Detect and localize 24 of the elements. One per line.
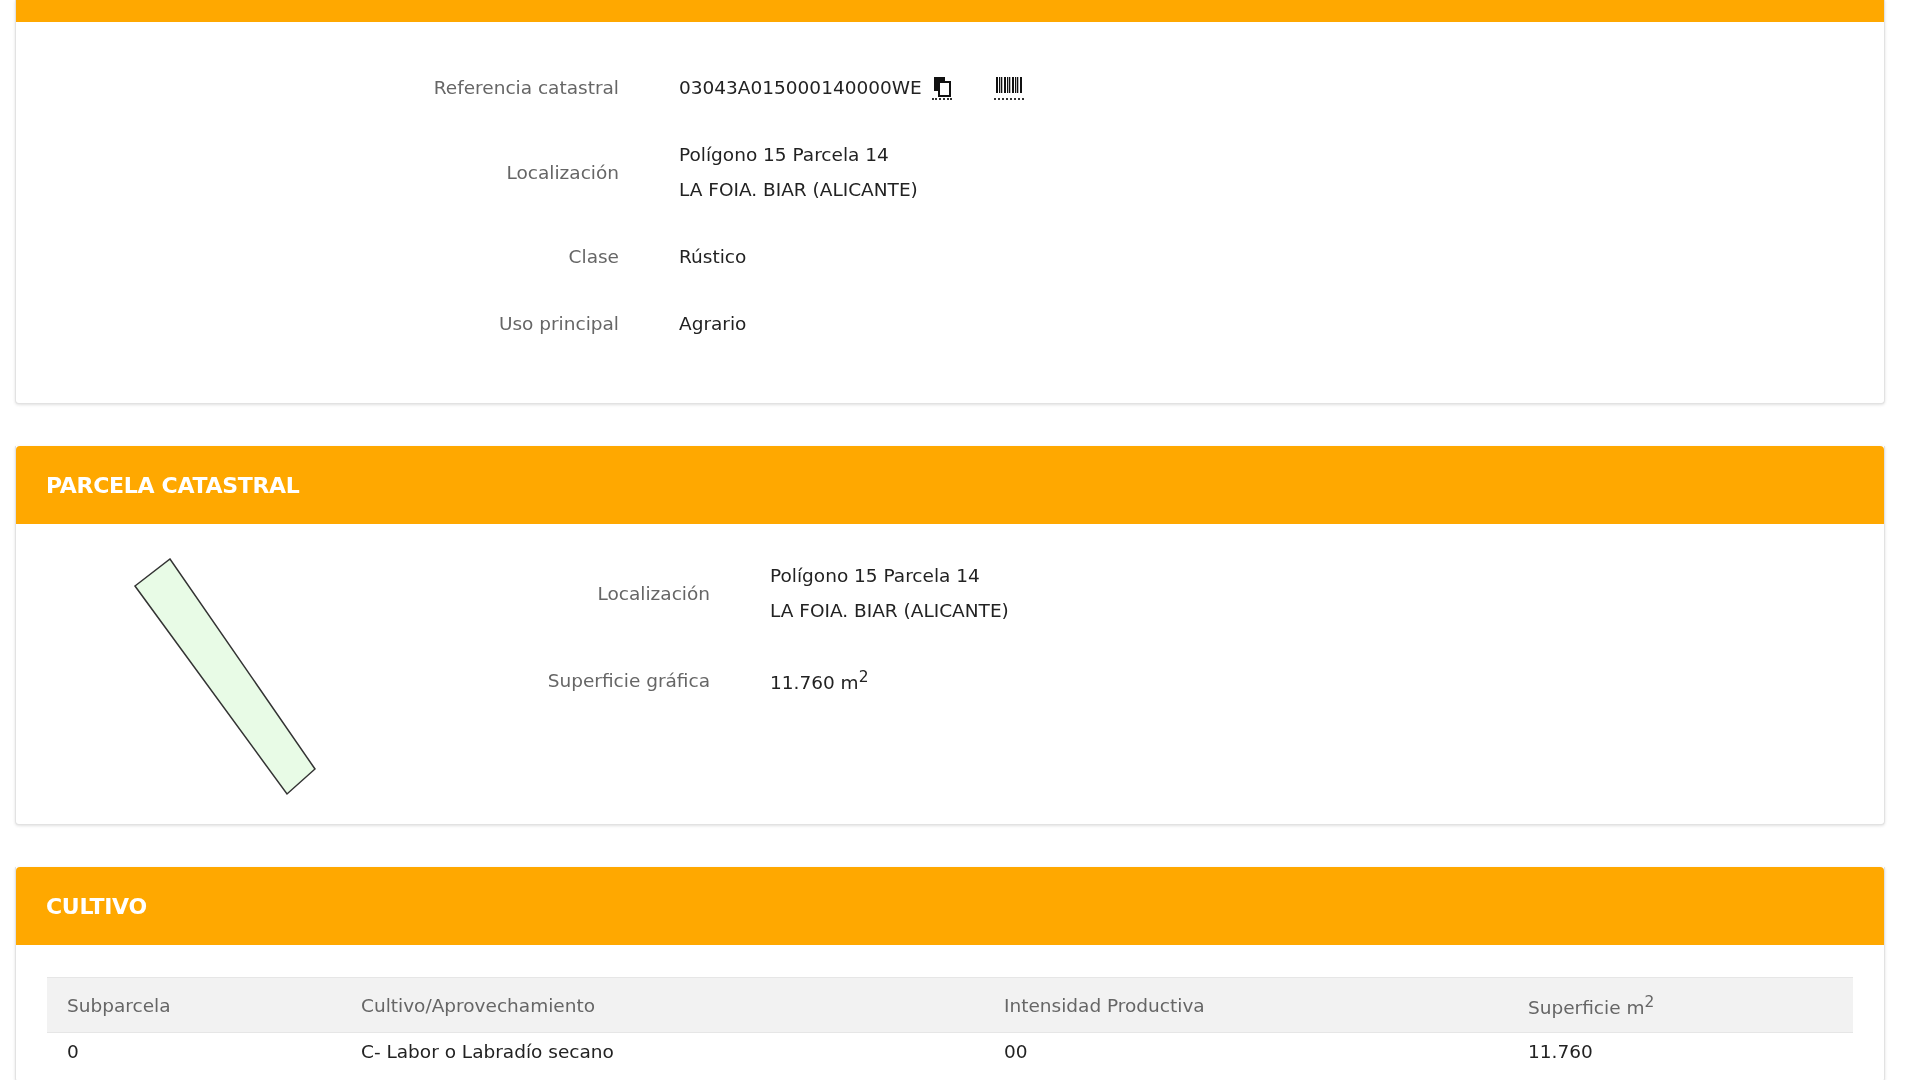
section-title: CULTIVO [46,893,147,919]
field-value: Agrario [679,312,747,336]
field-value: Rústico [679,245,747,269]
copy-icon[interactable] [931,75,952,100]
barcode-icon[interactable] [993,75,1024,100]
field-label: Referencia catastral [433,77,619,98]
field-label: Localización [597,582,710,604]
column-header: Intensidad Productiva [1004,994,1205,1016]
field-label: Clase [568,246,619,267]
field-label: Uso principal [498,313,619,334]
field-value: Polígono 15 Parcela 14 LA FOIA. BIAR (ALICANTE) [770,564,1009,623]
field-value: 11.760 m$^{2}$ [770,667,869,696]
table-cell: 11.760 [1528,1041,1593,1062]
column-header: Superficie m$^{2}$ [1528,996,1655,1018]
field-label: Superficie gráfica [547,669,710,691]
field-label: Localización [506,161,619,183]
section-title: PARCELA CATASTRAL [46,472,300,498]
table-cell: C- Labor o Labradío secano [361,1041,614,1062]
field-value: Polígono 15 Parcela 14 LA FOIA. BIAR (ALICANTE) [679,143,918,202]
table-cell: 0 [67,1041,79,1062]
reference-value: 03043A015000140000WE [679,76,922,100]
column-header: Subparcela [67,994,171,1016]
table-cell: 00 [1004,1041,1028,1062]
column-header: Cultivo/Aprovechamiento [361,994,595,1016]
